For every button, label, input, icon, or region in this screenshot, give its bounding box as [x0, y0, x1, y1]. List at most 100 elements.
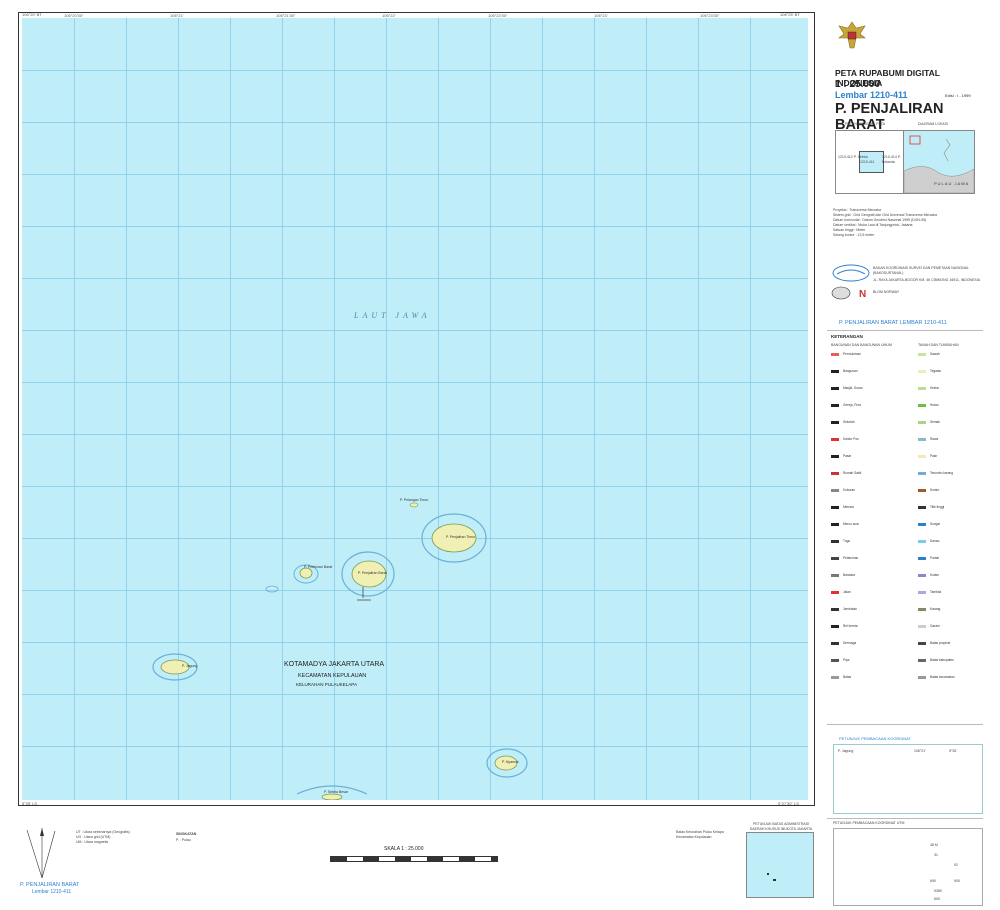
islands-layer — [152, 502, 528, 800]
tick-label: 106°23' — [594, 13, 608, 18]
legend-right-item: Sawah — [918, 352, 992, 358]
legend-symbol-icon — [831, 421, 839, 424]
legend-label: Kontur — [930, 488, 940, 492]
legend-right-item: Batas kabupaten — [918, 658, 992, 664]
legend-right-item: Batas propinsi — [918, 641, 992, 647]
svg-text:N: N — [859, 289, 866, 300]
abbrev-item: P. : Pulau — [176, 838, 191, 842]
legend-left-item: Sekolah — [831, 420, 905, 426]
legend-right-item: Kolam — [918, 573, 992, 579]
legend-left: Permukiman Bangunan Masjid, Surau Gereja, P… — [831, 352, 911, 712]
coord-reading-title: PETUNJUK PEMBACAAN KOORDINAT — [839, 736, 911, 741]
coord-cell: P. Jagung — [838, 749, 854, 753]
legend-left-item: Jalan — [831, 590, 905, 596]
legend-label: Jalan — [843, 590, 851, 594]
legend-left-item: Kuburan — [831, 488, 905, 494]
legend-label: Kuburan — [843, 488, 856, 492]
sheet-index-map: 1210-412 P. Sebira 1210-414 P. Belanda 1… — [835, 130, 907, 194]
utm-cell: 31 — [934, 853, 938, 857]
legend-symbol-icon — [831, 353, 839, 356]
legend-symbol-icon — [831, 557, 839, 560]
legend-symbol-icon — [831, 506, 839, 509]
legend-symbol-icon — [918, 472, 926, 475]
legend-symbol-icon — [918, 455, 926, 458]
legend-symbol-icon — [831, 472, 839, 475]
abbrev-title: SINGKATAN — [176, 832, 197, 836]
legend-left-item: Menara — [831, 505, 905, 511]
legend-label: Gereja, Pura — [843, 403, 862, 407]
legend-label: Batas kabupaten — [930, 658, 954, 662]
legend-symbol-icon — [918, 557, 926, 560]
tick-label: 106°21' — [170, 13, 184, 18]
legend-label: Hutan — [930, 403, 939, 407]
legend-symbol-icon — [831, 625, 839, 628]
legend-symbol-icon — [918, 421, 926, 424]
legend-symbol-icon — [918, 540, 926, 543]
legend-right-item: Garam — [918, 624, 992, 630]
small-legend: Batas Kelurahan Pulau Kelapa Kecamatan K… — [676, 830, 724, 839]
index-cell: 1210-411 — [860, 160, 875, 164]
index-title: PETUNJUK LETAK PETA — [845, 122, 886, 126]
legend-left-item: Dermaga — [831, 641, 905, 647]
legend-label: Tegalan — [930, 369, 942, 373]
north-arrow-icon — [26, 828, 56, 879]
legend-symbol-icon — [918, 438, 926, 441]
legend-label: Bangunan — [843, 369, 858, 373]
tick-label: 106°20'30" — [64, 13, 84, 18]
jetty-penjaliran-barat — [357, 587, 371, 601]
legend-symbol-icon — [831, 489, 839, 492]
legend-title: KETERANGAN — [831, 334, 863, 339]
tick-label: 106°22' — [382, 13, 396, 18]
legend-right-item: Karang — [918, 607, 992, 613]
utm-cell: 690 — [930, 879, 936, 883]
legend-label: Permukiman — [843, 352, 861, 356]
marginal-info-panel: PETA RUPABUMI DIGITAL INDONESIA 1 : 25.0… — [823, 12, 986, 907]
island-label: P. Penjaliran Timur — [446, 535, 476, 539]
utm-cell: 92 — [954, 863, 958, 867]
legend-label: Karang — [930, 607, 941, 611]
legend-symbol-icon — [918, 676, 926, 679]
legend-symbol-icon — [831, 387, 839, 390]
legend-symbol-icon — [918, 387, 926, 390]
legend-symbol-icon — [918, 591, 926, 594]
utm-title: PETUNJUK PEMBACAAN KOORDINAT UTM — [833, 821, 905, 825]
island-sebira — [321, 793, 343, 800]
legend-label: Pelabuhan — [843, 556, 859, 560]
legend-right: Sawah Tegalan Kebun Hutan Semak Rawa Pasir Teru… — [918, 352, 988, 712]
legend-symbol-icon — [831, 591, 839, 594]
legend-label: Rawa — [930, 437, 939, 441]
legend-label: Batas — [843, 675, 852, 679]
sheet-label: P. PENJALIRAN BARAT — [20, 882, 80, 888]
legend-symbol-icon — [831, 540, 839, 543]
legend-right-item: Rawa — [918, 437, 992, 443]
agency-address: JL. RAYA JAKARTA-BOGOR KM. 46 CIBINONG 1… — [873, 278, 981, 282]
legend-symbol-icon — [831, 523, 839, 526]
legend-symbol-icon — [831, 608, 839, 611]
legend-left-item: Gereja, Pura — [831, 403, 905, 409]
legend-right-item: Pantai — [918, 556, 992, 562]
map-canvas[interactable]: P. Pelangan Timur P. Penjaliran Timur P.… — [22, 18, 808, 800]
legend-symbol-icon — [831, 370, 839, 373]
legend-symbol-icon — [918, 642, 926, 645]
sheet-number: Lembar 1210-411 — [835, 90, 908, 100]
legend-symbol-icon — [918, 625, 926, 628]
legend-label: Semak — [930, 420, 940, 424]
agency-name: BADAN KOORDINASI SURVEI DAN PEMETAAN NAS… — [873, 266, 969, 275]
coord-table: P. Jagung 106°21' 5°26' — [833, 744, 983, 814]
island-label: P. Nyamuk — [502, 760, 519, 764]
legend-left-item: Tugu — [831, 539, 905, 545]
legend-symbol-icon — [831, 642, 839, 645]
location-place: PULAU JAWA — [934, 181, 970, 186]
legend-right-item: Terumbu karang — [918, 471, 992, 477]
island-label: P. Penjaliran Barat — [358, 571, 387, 575]
legend-symbol-icon — [831, 659, 839, 662]
island-label: P. Sebira Besar — [324, 790, 349, 794]
tick-label: 106°22'30" — [488, 13, 508, 18]
reef-patch — [265, 585, 279, 593]
legend-label: Jembatan — [843, 607, 857, 611]
sea-label: LAUT JAWA — [354, 311, 431, 320]
legend-label: Menara — [843, 505, 854, 509]
corner-label: 5°25' LS — [22, 801, 38, 806]
coord-cell: 5°26' — [949, 749, 957, 753]
utm-cell: 600 — [934, 897, 940, 901]
